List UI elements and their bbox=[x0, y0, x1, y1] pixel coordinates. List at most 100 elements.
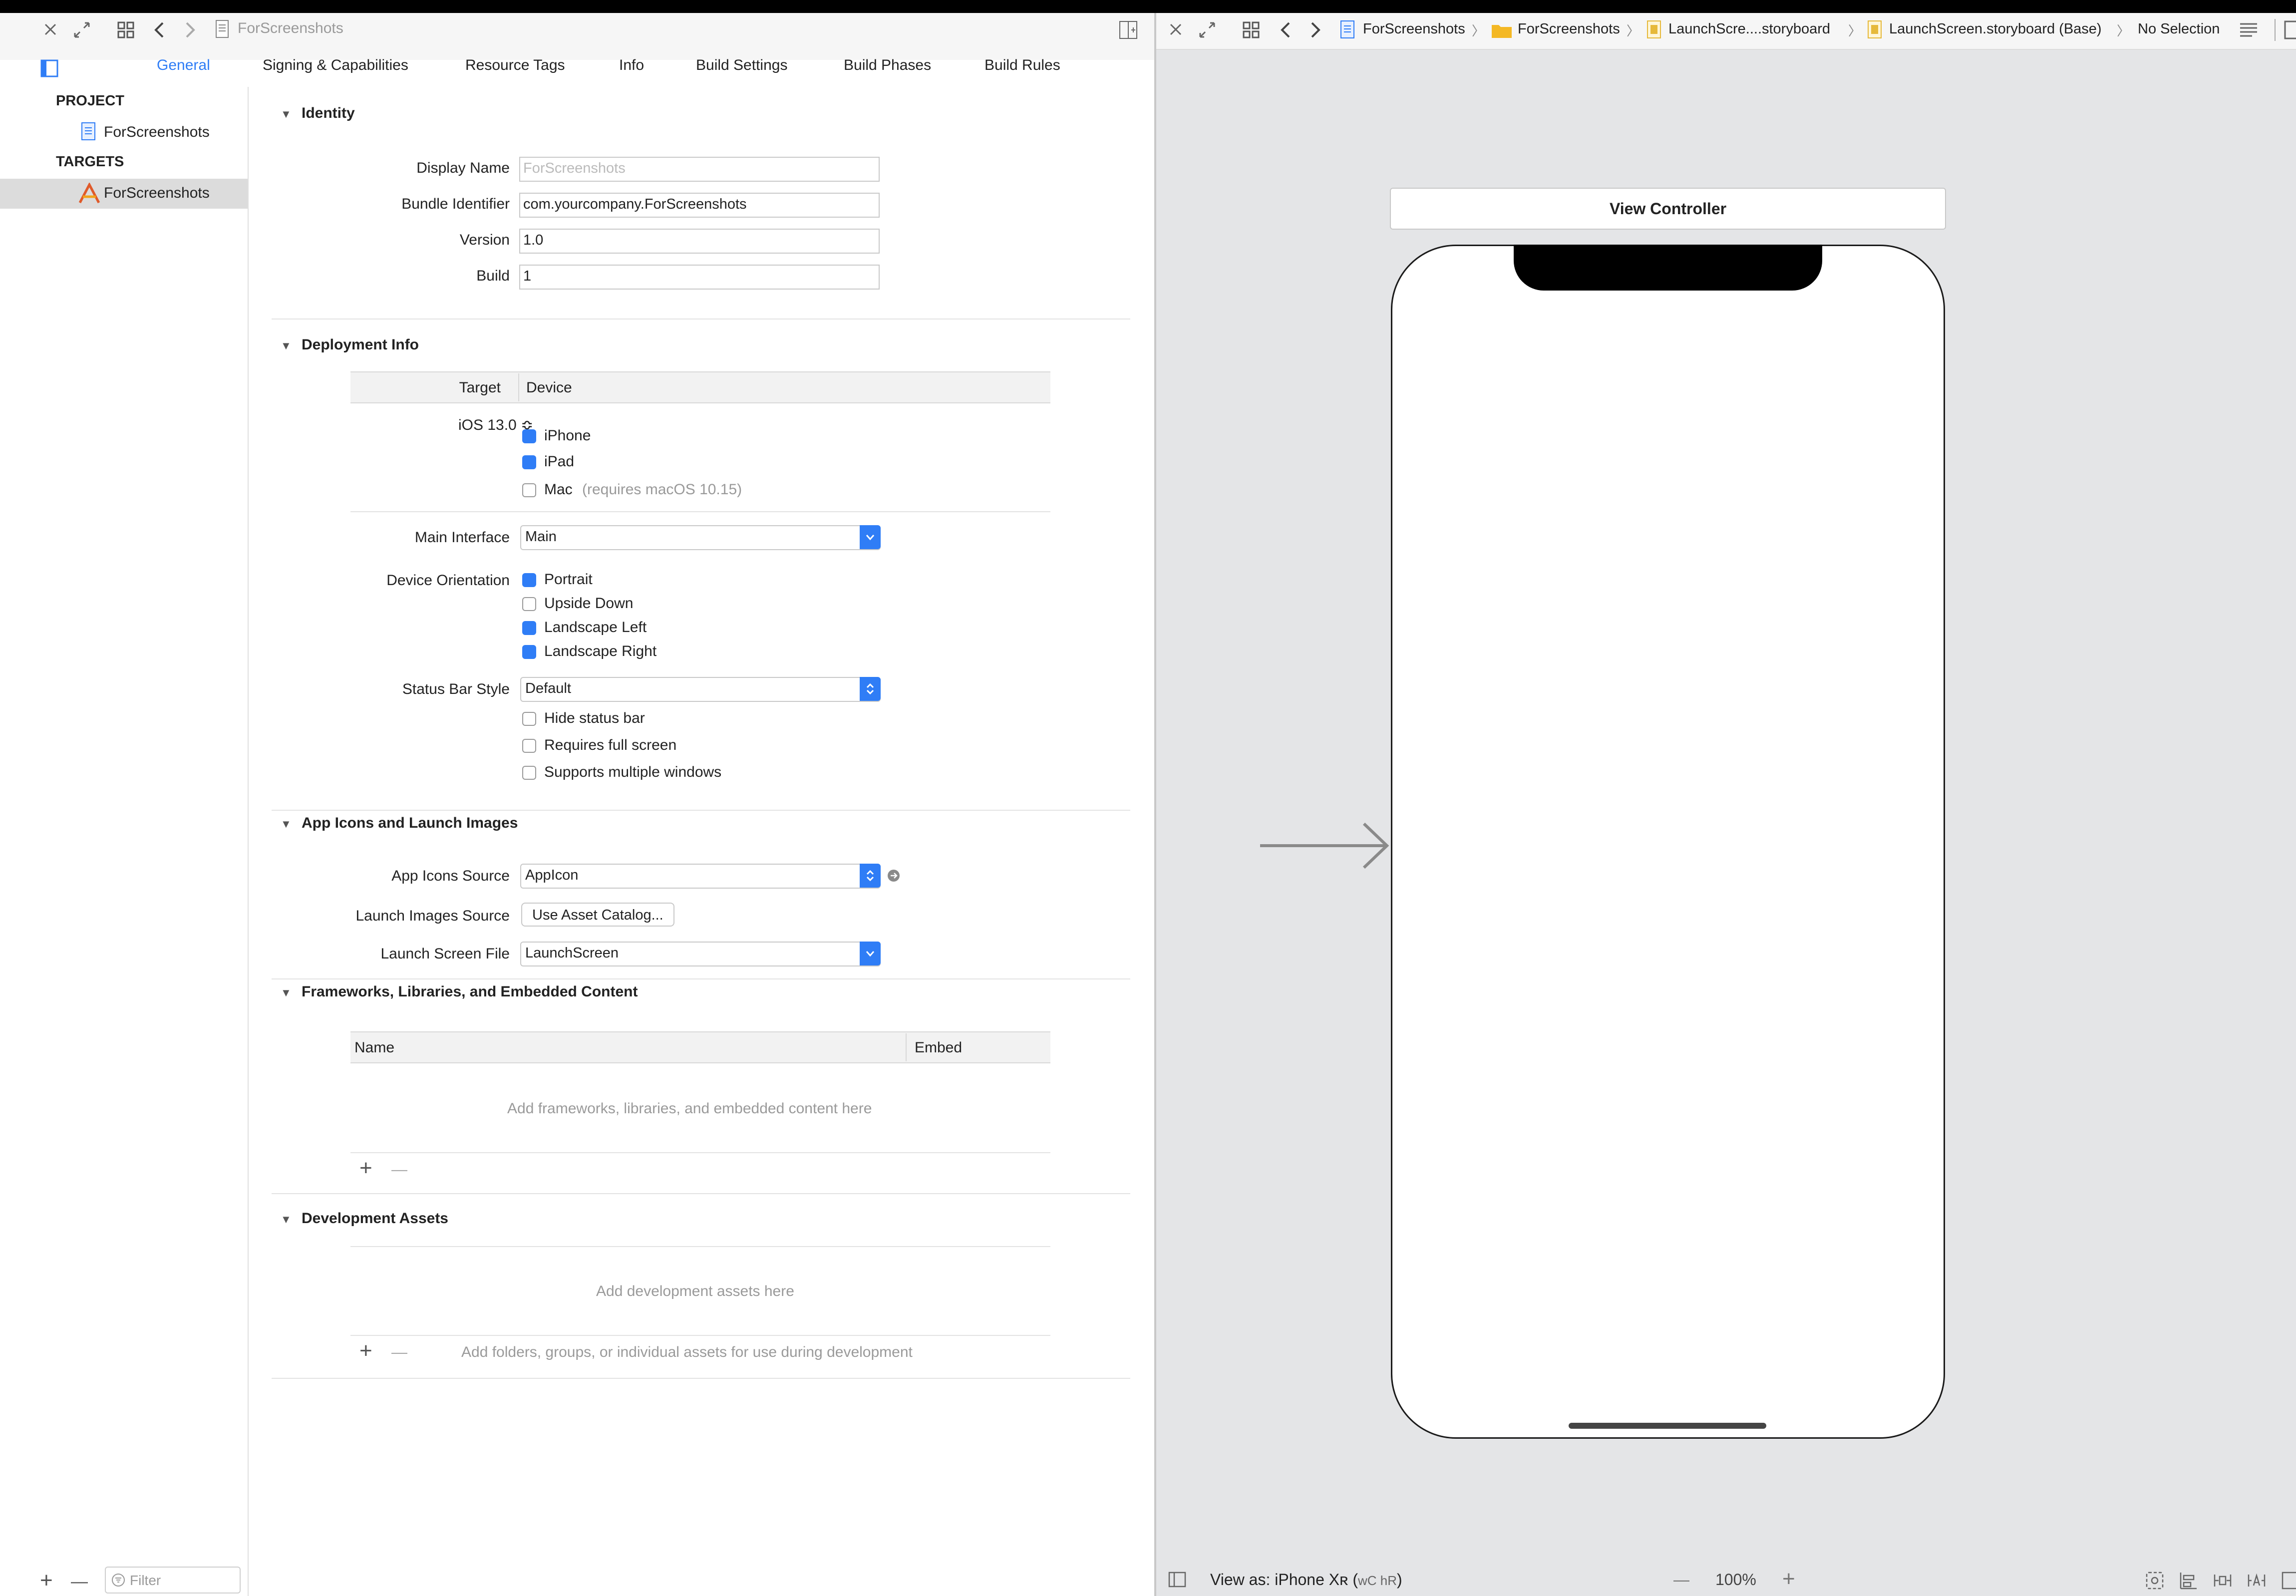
dev-assets-table-top bbox=[350, 1246, 1050, 1247]
forward-arrow-icon[interactable] bbox=[1308, 21, 1322, 39]
tab-general[interactable]: General bbox=[157, 57, 210, 74]
device-orientation-label: Device Orientation bbox=[386, 572, 510, 589]
sidebar-item-project[interactable]: ForScreenshots bbox=[104, 124, 210, 141]
close-icon[interactable] bbox=[1168, 22, 1183, 37]
remove-framework-button[interactable]: — bbox=[391, 1159, 407, 1179]
landscape-right-checkbox[interactable] bbox=[522, 645, 536, 659]
ipad-label: iPad bbox=[544, 453, 575, 470]
breadcrumb-base[interactable]: LaunchScreen.storyboard (Base) bbox=[1889, 21, 2102, 37]
resolve-auto-layout-icon[interactable] bbox=[2247, 1571, 2267, 1591]
status-bar-style-popup[interactable]: Default bbox=[520, 677, 881, 702]
deployment-disclosure-triangle[interactable]: ▼ bbox=[281, 339, 292, 352]
sidebar-item-target[interactable]: ForScreenshots bbox=[104, 185, 210, 202]
home-indicator bbox=[1569, 1423, 1766, 1429]
back-arrow-icon[interactable] bbox=[1279, 21, 1293, 39]
adjust-editor-icon[interactable] bbox=[2284, 20, 2296, 40]
launch-screen-file-label: Launch Screen File bbox=[380, 946, 510, 962]
go-to-arrow-icon[interactable] bbox=[887, 869, 901, 883]
breadcrumb-project[interactable]: ForScreenshots bbox=[1363, 21, 1465, 37]
dev-assets-disclosure-triangle[interactable]: ▼ bbox=[281, 1213, 292, 1226]
add-framework-button[interactable]: + bbox=[359, 1157, 372, 1179]
entry-point-arrow-icon[interactable] bbox=[1258, 821, 1390, 871]
tab-signing-capabilities[interactable]: Signing & Capabilities bbox=[263, 57, 408, 74]
tab-resource-tags[interactable]: Resource Tags bbox=[465, 57, 565, 74]
document-outline-icon[interactable] bbox=[2239, 21, 2259, 39]
portrait-checkbox[interactable] bbox=[522, 573, 536, 587]
status-bar-style-label: Status Bar Style bbox=[402, 681, 510, 697]
combo-dropdown-button[interactable] bbox=[860, 942, 881, 965]
view-as-device-button[interactable]: View as: iPhone Xʀ (wC hR) bbox=[1210, 1571, 1402, 1589]
popup-stepper-button[interactable] bbox=[860, 677, 881, 701]
expand-icon[interactable] bbox=[1197, 20, 1217, 40]
popup-stepper-button[interactable] bbox=[860, 864, 881, 888]
identity-disclosure-triangle[interactable]: ▼ bbox=[281, 108, 292, 121]
main-interface-combobox[interactable]: Main bbox=[520, 525, 881, 550]
app-icons-source-value: AppIcon bbox=[525, 867, 579, 883]
chevron-down-icon bbox=[866, 951, 875, 957]
forward-arrow-icon[interactable] bbox=[183, 21, 197, 39]
launch-screen-file-combobox[interactable]: LaunchScreen bbox=[520, 942, 881, 966]
display-name-field[interactable]: ForScreenshots bbox=[519, 157, 880, 182]
back-arrow-icon[interactable] bbox=[153, 21, 167, 39]
update-frames-icon[interactable] bbox=[2145, 1571, 2165, 1591]
related-items-icon[interactable] bbox=[117, 21, 135, 39]
view-as-label: View as: iPhone Xʀ ( bbox=[1210, 1571, 1358, 1589]
tab-info[interactable]: Info bbox=[619, 57, 644, 74]
zoom-out-button[interactable]: — bbox=[1673, 1571, 1689, 1589]
document-outline-toggle-icon[interactable] bbox=[1168, 1572, 1186, 1588]
version-field[interactable]: 1.0 bbox=[519, 229, 880, 254]
ipad-checkbox[interactable] bbox=[522, 455, 536, 469]
requires-full-screen-checkbox[interactable] bbox=[522, 739, 536, 753]
multiple-windows-checkbox[interactable] bbox=[522, 766, 536, 780]
section-divider bbox=[272, 810, 1130, 811]
remove-target-button[interactable]: — bbox=[71, 1572, 88, 1592]
filter-placeholder: Filter bbox=[130, 1573, 161, 1588]
remove-dev-asset-button[interactable]: — bbox=[391, 1342, 407, 1362]
tab-build-settings[interactable]: Build Settings bbox=[696, 57, 787, 74]
editor-file-name: ForScreenshots bbox=[238, 20, 343, 36]
launch-screen-file-value: LaunchScreen bbox=[525, 945, 619, 961]
expand-icon[interactable] bbox=[72, 20, 92, 40]
iphone-checkbox[interactable] bbox=[522, 429, 536, 443]
frameworks-disclosure-triangle[interactable]: ▼ bbox=[281, 986, 292, 999]
hide-status-bar-checkbox[interactable] bbox=[522, 712, 536, 726]
mac-checkbox[interactable] bbox=[522, 483, 536, 497]
breadcrumb-selection[interactable]: No Selection bbox=[2138, 21, 2220, 37]
breadcrumb-separator: 〉 bbox=[2117, 23, 2130, 38]
dev-assets-table-bottom bbox=[350, 1335, 1050, 1336]
sidebar-toggle-icon[interactable] bbox=[40, 59, 59, 78]
dev-assets-section-title: Development Assets bbox=[302, 1210, 448, 1227]
frameworks-header-divider bbox=[906, 1033, 907, 1061]
add-editor-icon[interactable] bbox=[1118, 20, 1138, 40]
tab-build-phases[interactable]: Build Phases bbox=[844, 57, 931, 74]
frameworks-table-bottom bbox=[350, 1152, 1050, 1153]
add-target-button[interactable]: + bbox=[40, 1570, 53, 1592]
section-divider bbox=[272, 978, 1130, 979]
bundle-identifier-field[interactable]: com.yourcompany.ForScreenshots bbox=[519, 193, 880, 218]
zoom-in-button[interactable]: + bbox=[1782, 1567, 1795, 1592]
breadcrumb-folder[interactable]: ForScreenshots bbox=[1518, 21, 1620, 37]
build-field[interactable]: 1 bbox=[519, 265, 880, 290]
up-down-chevron-icon bbox=[866, 683, 874, 695]
display-name-label: Display Name bbox=[416, 160, 510, 176]
app-icons-source-popup[interactable]: AppIcon bbox=[520, 864, 881, 889]
add-constraints-icon[interactable] bbox=[2213, 1571, 2233, 1591]
toolbar-divider bbox=[2275, 19, 2276, 41]
upside-down-checkbox[interactable] bbox=[522, 597, 536, 611]
sidebar-filter-field[interactable]: Filter bbox=[105, 1567, 241, 1594]
breadcrumb-file[interactable]: LaunchScre....storyboard bbox=[1668, 21, 1830, 37]
app-icons-disclosure-triangle[interactable]: ▼ bbox=[281, 818, 292, 831]
use-asset-catalog-button[interactable]: Use Asset Catalog... bbox=[521, 903, 674, 927]
embed-in-icon[interactable] bbox=[2281, 1571, 2296, 1591]
deployment-table-header bbox=[350, 371, 1050, 403]
combo-dropdown-button[interactable] bbox=[860, 525, 881, 549]
close-icon[interactable] bbox=[43, 22, 58, 37]
align-icon[interactable] bbox=[2179, 1571, 2199, 1591]
iphone-device-frame[interactable] bbox=[1391, 245, 1945, 1439]
targets-header: TARGETS bbox=[56, 154, 124, 170]
tab-build-rules[interactable]: Build Rules bbox=[984, 57, 1060, 74]
left-editor-toolbar bbox=[0, 13, 1154, 60]
add-dev-asset-button[interactable]: + bbox=[359, 1340, 372, 1362]
related-items-icon[interactable] bbox=[1242, 21, 1260, 39]
landscape-left-checkbox[interactable] bbox=[522, 621, 536, 635]
